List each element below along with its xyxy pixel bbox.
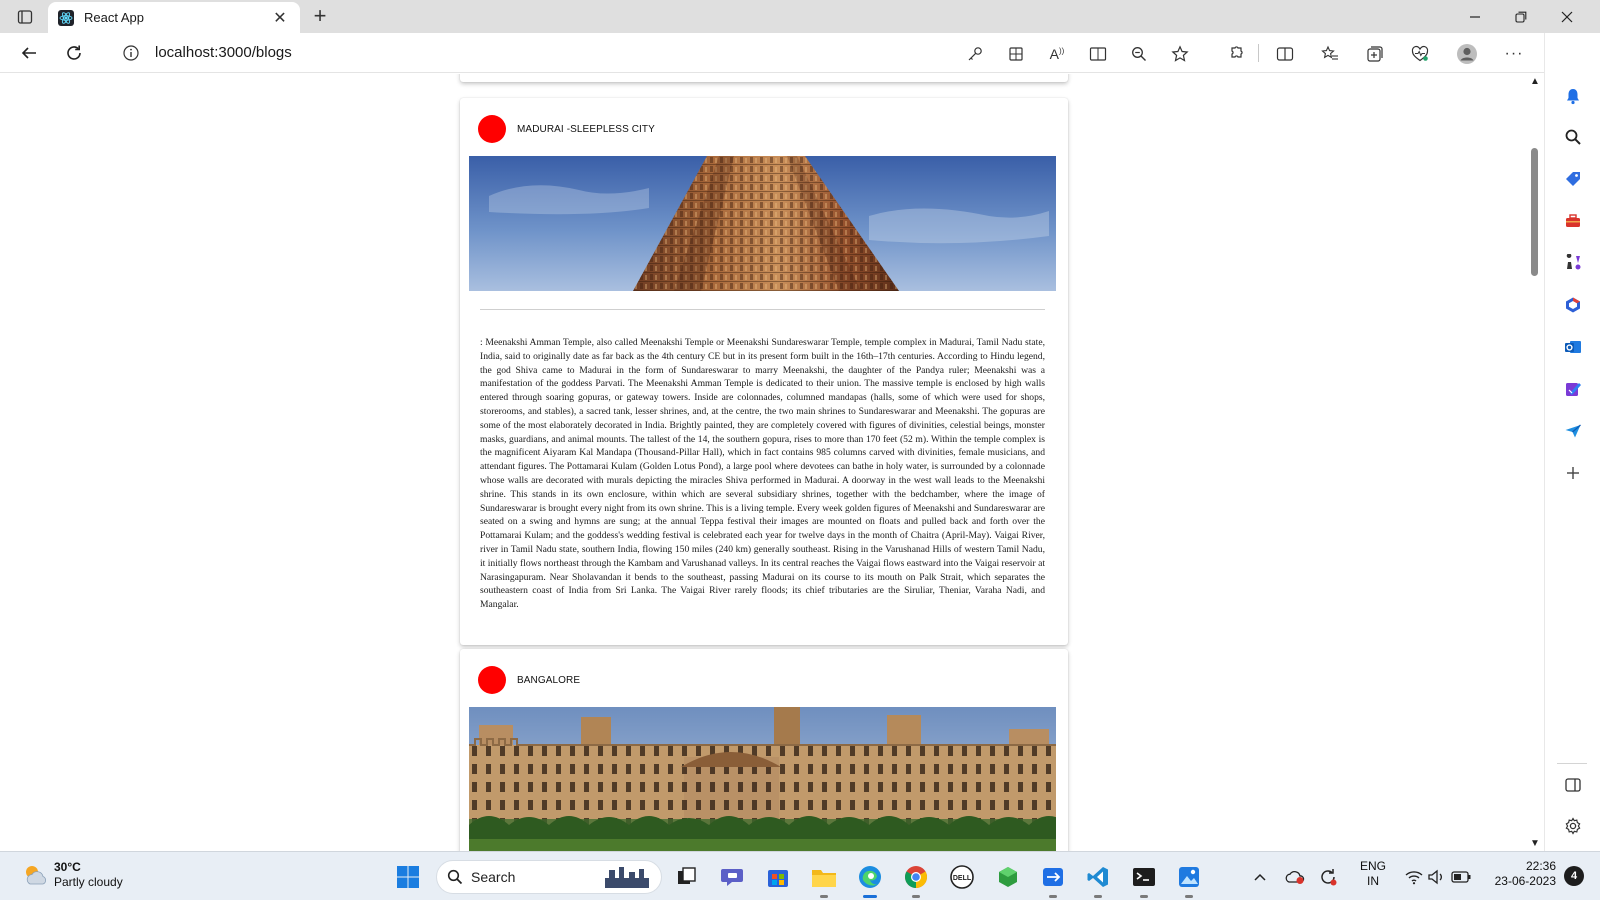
wifi-icon[interactable] — [1403, 862, 1425, 892]
store-icon[interactable] — [763, 862, 793, 892]
clock-date: 23-06-2023 — [1494, 874, 1556, 888]
collections-icon[interactable] — [1362, 41, 1388, 67]
blog-divider — [480, 309, 1045, 310]
sidebar-separator — [1557, 763, 1587, 764]
sync-icon[interactable] — [1315, 862, 1341, 892]
avatar-dot — [478, 666, 506, 694]
toolbar-separator — [1258, 44, 1259, 62]
office-icon[interactable] — [1561, 293, 1585, 317]
search-highlight-illustration — [605, 867, 649, 888]
temple-gopuram-photo — [469, 156, 1056, 291]
bangalore-palace-photo — [469, 707, 1056, 851]
immersive-reader-icon[interactable] — [1085, 41, 1111, 67]
minimize-button[interactable] — [1452, 0, 1498, 33]
tab-close-icon[interactable]: ✕ — [270, 8, 290, 28]
blog-card-header: BANGALORE — [478, 666, 580, 694]
tab-title: React App — [84, 10, 144, 25]
language-indicator[interactable]: ENG IN — [1356, 859, 1390, 889]
blog-card-header: MADURAI -SLEEPLESS CITY — [478, 115, 655, 143]
address-bar: localhost:3000/blogs A)) ··· — [0, 33, 1600, 73]
start-icon[interactable] — [393, 862, 423, 892]
page-scrollbar[interactable]: ▲ ▼ — [1526, 74, 1543, 851]
outlook-icon[interactable] — [1561, 335, 1585, 359]
volume-icon[interactable] — [1426, 862, 1448, 892]
scroll-down-icon[interactable]: ▼ — [1530, 838, 1540, 849]
clock[interactable]: 22:36 23-06-2023 — [1486, 859, 1556, 889]
chrome-icon[interactable] — [901, 862, 931, 898]
tab-strip: React App ✕ + — [0, 0, 1600, 33]
edge-icon[interactable] — [855, 862, 885, 898]
key-icon[interactable] — [962, 41, 988, 67]
teams-chat-icon[interactable] — [717, 862, 747, 892]
new-tab-button[interactable]: + — [306, 3, 334, 31]
designer-icon[interactable] — [1561, 377, 1585, 401]
blog-title: BANGALORE — [517, 674, 581, 686]
dell-icon[interactable]: DELL — [947, 862, 977, 892]
taskbar: 30°C Partly cloudy Search DELL ENG IN 22… — [0, 851, 1600, 900]
taskbar-search[interactable]: Search — [436, 860, 662, 894]
extensions-icon[interactable] — [1222, 41, 1248, 67]
close-window-button[interactable] — [1544, 0, 1590, 33]
onedrive-icon[interactable] — [1282, 862, 1308, 892]
region-label: IN — [1367, 874, 1379, 888]
clock-time: 22:36 — [1525, 859, 1556, 873]
blog-card-previous — [460, 74, 1068, 82]
blog-content: : Meenakshi Amman Temple, also called Me… — [480, 337, 1045, 611]
search-icon — [447, 869, 463, 885]
weather-condition: Partly cloudy — [54, 875, 123, 889]
blog-title: MADURAI -SLEEPLESS CITY — [517, 123, 655, 135]
refresh-button[interactable] — [59, 39, 89, 67]
page-viewport: MADURAI -SLEEPLESS CITY: Meenakshi Amma… — [0, 74, 1526, 851]
back-button[interactable] — [14, 39, 44, 67]
tab-actions-icon[interactable] — [10, 5, 40, 29]
tab-react-app[interactable]: React App ✕ — [48, 2, 300, 33]
apps-icon[interactable] — [1003, 41, 1029, 67]
more-icon[interactable]: ··· — [1501, 41, 1527, 67]
search-icon[interactable] — [1561, 125, 1585, 149]
weather-widget[interactable]: 30°C Partly cloudy — [22, 860, 123, 890]
avatar-dot — [478, 115, 506, 143]
react-icon — [58, 9, 74, 26]
zoom-icon[interactable] — [1126, 41, 1152, 67]
language-label: ENG — [1359, 859, 1386, 873]
security-icon[interactable] — [993, 862, 1023, 892]
remote-desktop-icon[interactable] — [1038, 862, 1068, 898]
games-icon[interactable] — [1561, 251, 1585, 275]
favorites-icon[interactable] — [1317, 41, 1343, 67]
vscode-icon[interactable] — [1083, 862, 1113, 898]
blog-card: BANGALORE — [460, 649, 1068, 851]
task-view-icon[interactable] — [671, 862, 701, 892]
url-field[interactable]: localhost:3000/blogs — [155, 44, 292, 61]
chevron-up-icon[interactable] — [1250, 862, 1270, 892]
svg-text:DELL: DELL — [953, 875, 972, 882]
site-info-icon[interactable] — [116, 39, 146, 67]
taskbar-search-label: Search — [471, 869, 516, 885]
tools-icon[interactable] — [1561, 209, 1585, 233]
sidebar-toggle-icon[interactable] — [1561, 773, 1585, 797]
scroll-up-icon[interactable]: ▲ — [1530, 76, 1540, 87]
read-aloud-icon[interactable]: A)) — [1044, 41, 1070, 67]
shopping-tag-icon[interactable] — [1561, 167, 1585, 191]
split-screen-icon[interactable] — [1272, 41, 1298, 67]
terminal-icon[interactable] — [1129, 862, 1159, 898]
battery-icon[interactable] — [1450, 862, 1472, 892]
settings-icon[interactable] — [1561, 814, 1585, 838]
file-explorer-icon[interactable] — [809, 862, 839, 898]
weather-temp: 30°C — [54, 860, 81, 874]
favorite-star-icon[interactable] — [1167, 41, 1193, 67]
browser-essentials-icon[interactable] — [1407, 41, 1433, 67]
send-icon[interactable] — [1561, 419, 1585, 443]
notification-badge[interactable]: 4 — [1564, 866, 1584, 886]
edge-sidebar — [1544, 33, 1600, 851]
add-icon[interactable] — [1561, 461, 1585, 485]
scroll-thumb[interactable] — [1531, 148, 1538, 276]
restore-button[interactable] — [1498, 0, 1544, 33]
blog-card: MADURAI -SLEEPLESS CITY: Meenakshi Amma… — [460, 98, 1068, 645]
profile-icon[interactable] — [1454, 41, 1480, 67]
partly-cloudy-icon — [26, 866, 46, 885]
photos-icon[interactable] — [1174, 862, 1204, 898]
bell-icon[interactable] — [1561, 84, 1585, 108]
